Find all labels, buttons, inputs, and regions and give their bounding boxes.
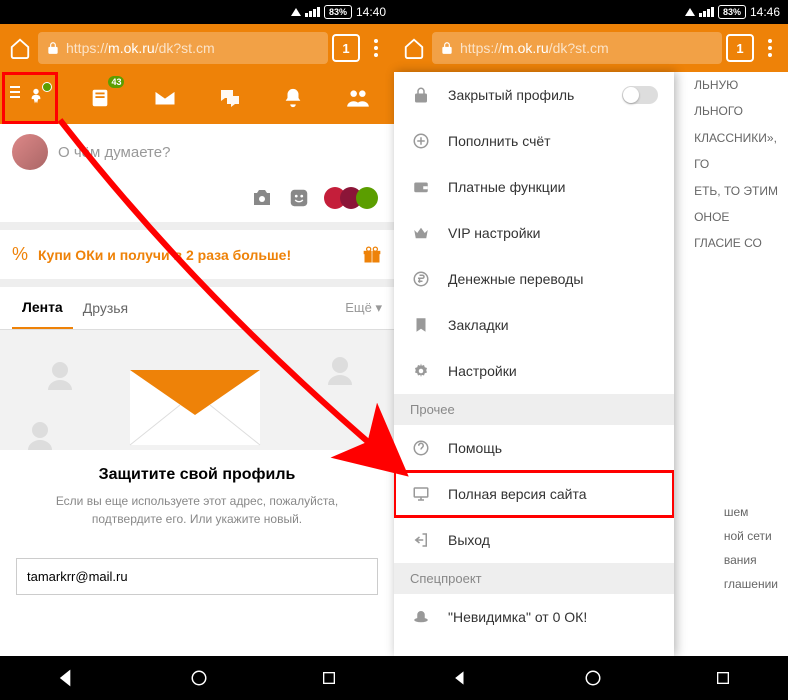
hat-icon	[410, 608, 432, 626]
signal-icon	[305, 7, 320, 17]
composer[interactable]: О чём думаете?	[0, 124, 394, 180]
tab-count[interactable]: 1	[726, 34, 754, 62]
recent-button[interactable]	[321, 670, 337, 686]
discussions-button[interactable]	[209, 78, 249, 118]
home-icon[interactable]	[400, 34, 428, 62]
back-button[interactable]	[57, 668, 77, 688]
feed-tabs: Лента Друзья Ещё ▾	[0, 287, 394, 330]
monitor-icon	[410, 485, 432, 503]
tab-feed[interactable]: Лента	[12, 287, 73, 329]
menu-settings[interactable]: Настройки	[394, 348, 674, 394]
browser-bar: https://m.ok.ru/dk?st.cm 1	[0, 24, 394, 72]
email-field[interactable]: tamarkrr@mail.ru	[16, 558, 378, 595]
lock-icon	[46, 41, 60, 55]
home-button[interactable]	[584, 669, 602, 687]
menu-section-other: Прочее	[394, 394, 674, 425]
badge: 43	[108, 76, 124, 88]
menu-topup[interactable]: Пополнить счёт	[394, 118, 674, 164]
left-phone: 83% 14:40 https://m.ok.ru/dk?st.cm 1 43	[0, 0, 394, 700]
logout-icon	[410, 531, 432, 549]
status-bar: 83% 14:40	[0, 0, 394, 24]
plus-circle-icon	[410, 132, 432, 150]
signal-icon	[699, 7, 714, 17]
percent-icon: %	[12, 244, 28, 265]
side-drawer: Закрытый профиль Пополнить счёт Платные …	[394, 72, 674, 656]
tab-count[interactable]: 1	[332, 34, 360, 62]
ruble-icon	[410, 270, 432, 288]
wallet-icon	[410, 178, 432, 196]
feed-button[interactable]: 43	[80, 78, 120, 118]
composer-actions	[0, 180, 394, 222]
composer-placeholder: О чём думаете?	[58, 144, 170, 161]
right-phone: 83% 14:46 https://m.ok.ru/dk?st.cm 1 ЛЬН…	[394, 0, 788, 700]
back-button[interactable]	[451, 668, 471, 688]
browser-menu-icon[interactable]	[758, 39, 782, 57]
android-nav	[394, 656, 788, 700]
menu-transfers[interactable]: Денежные переводы	[394, 256, 674, 302]
clock: 14:46	[750, 5, 780, 19]
tab-more[interactable]: Ещё ▾	[345, 300, 382, 316]
menu-logout[interactable]: Выход	[394, 517, 674, 563]
promo-banner[interactable]: % Купи ОКи и получи в 2 раза больше!	[0, 230, 394, 279]
app-nav: 43	[0, 72, 394, 124]
avatar[interactable]	[12, 134, 48, 170]
menu-help[interactable]: Помощь	[394, 425, 674, 471]
camera-icon[interactable]	[250, 186, 274, 210]
emoji-icon[interactable]	[288, 187, 310, 209]
tab-friends[interactable]: Друзья	[73, 288, 138, 328]
background-text2: шем ной сети вания глашении	[724, 500, 778, 596]
promo-text: Купи ОКи и получи в 2 раза больше!	[38, 247, 352, 263]
menu-bookmarks[interactable]: Закладки	[394, 302, 674, 348]
android-nav	[0, 656, 394, 700]
background-text: ЛЬНУЮ ЛЬНОГО КЛАССНИКИ», ГО ЕТЬ, ТО ЭТИМ…	[694, 72, 778, 257]
menu-invisible[interactable]: "Невидимка" от 0 ОК!	[394, 594, 674, 640]
url-bar[interactable]: https://m.ok.ru/dk?st.cm	[432, 32, 722, 64]
help-icon	[410, 439, 432, 457]
menu-section-special: Спецпроект	[394, 563, 674, 594]
menu-private-profile[interactable]: Закрытый профиль	[394, 72, 674, 118]
lock-icon	[440, 41, 454, 55]
home-icon[interactable]	[6, 34, 34, 62]
bookmark-icon	[410, 316, 432, 334]
crown-icon	[410, 224, 432, 242]
home-button[interactable]	[190, 669, 208, 687]
feature-title: Защитите свой профиль	[20, 466, 374, 484]
battery-icon: 83%	[718, 5, 746, 19]
friends-button[interactable]	[338, 78, 378, 118]
notifications-button[interactable]	[273, 78, 313, 118]
browser-bar: https://m.ok.ru/dk?st.cm 1	[394, 24, 788, 72]
url-bar[interactable]: https://m.ok.ru/dk?st.cm	[38, 32, 328, 64]
online-dot-icon	[42, 82, 52, 92]
toggle[interactable]	[622, 86, 658, 104]
gift-icon	[362, 245, 382, 265]
browser-menu-icon[interactable]	[364, 39, 388, 57]
clock: 14:40	[356, 5, 386, 19]
battery-icon: 83%	[324, 5, 352, 19]
menu-paid[interactable]: Платные функции	[394, 164, 674, 210]
network-icon	[291, 8, 301, 16]
menu-full-site[interactable]: Полная версия сайта	[394, 471, 674, 517]
feature-banner	[0, 330, 394, 450]
messages-button[interactable]	[145, 78, 185, 118]
poll-icon[interactable]	[324, 187, 378, 209]
status-bar: 83% 14:46	[394, 0, 788, 24]
menu-button[interactable]	[16, 78, 56, 118]
lock-icon	[410, 86, 432, 104]
recent-button[interactable]	[715, 670, 731, 686]
gear-icon	[410, 362, 432, 380]
feature-desc: Если вы еще используете этот адрес, пожа…	[20, 492, 374, 528]
network-icon	[685, 8, 695, 16]
menu-vip[interactable]: VIP настройки	[394, 210, 674, 256]
